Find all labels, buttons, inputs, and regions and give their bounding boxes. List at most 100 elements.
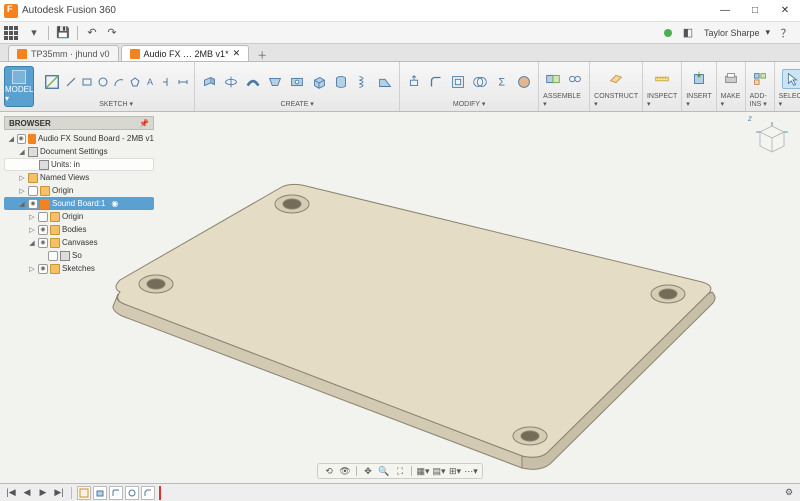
- spline-icon[interactable]: A: [144, 75, 158, 89]
- rib-icon[interactable]: [375, 72, 395, 92]
- polygon-icon[interactable]: [128, 75, 142, 89]
- ribbon-group-sketch: A SKETCH ▾: [38, 62, 195, 111]
- cylinder-icon[interactable]: [331, 72, 351, 92]
- coil-icon[interactable]: [353, 72, 373, 92]
- undo-button[interactable]: ↶: [84, 25, 100, 41]
- data-panel-icon[interactable]: [4, 26, 18, 40]
- view-cube[interactable]: [752, 118, 792, 158]
- extensions-icon[interactable]: ◧: [680, 25, 696, 41]
- orbit-button[interactable]: ⟲: [322, 464, 336, 478]
- fillet-icon[interactable]: [426, 72, 446, 92]
- timeline-feature-fillet[interactable]: [109, 486, 123, 500]
- timeline-next-button[interactable]: ▶|: [52, 486, 66, 500]
- doc-icon: [17, 49, 27, 59]
- document-tab-inactive[interactable]: TP35mm · jhund v0: [8, 45, 119, 61]
- timeline-feature-chamfer[interactable]: [141, 486, 155, 500]
- new-component-icon[interactable]: [543, 69, 563, 89]
- appearance-icon[interactable]: [514, 72, 534, 92]
- extrude-icon[interactable]: [199, 72, 219, 92]
- print-icon[interactable]: [721, 69, 741, 89]
- window-minimize-button[interactable]: —: [710, 0, 740, 22]
- shell-icon[interactable]: [448, 72, 468, 92]
- sweep-icon[interactable]: [243, 72, 263, 92]
- addins-icon[interactable]: [750, 69, 770, 89]
- measure-icon[interactable]: [652, 69, 672, 89]
- align-icon[interactable]: Σ: [492, 72, 512, 92]
- ribbon-group-label[interactable]: MAKE ▾: [721, 93, 741, 109]
- insert-icon[interactable]: [689, 69, 709, 89]
- dimension-icon[interactable]: [176, 75, 190, 89]
- rectangle-icon[interactable]: [80, 75, 94, 89]
- ribbon-group-label[interactable]: CREATE ▾: [280, 100, 313, 109]
- workspace-icon: [12, 70, 26, 84]
- activate-radio-icon[interactable]: ◉: [111, 199, 118, 208]
- look-at-button[interactable]: 👁: [338, 464, 352, 478]
- ribbon-group-label[interactable]: MODIFY ▾: [453, 100, 486, 109]
- tree-origin[interactable]: ▷ Origin: [4, 184, 154, 197]
- timeline-feature-hole[interactable]: [125, 486, 139, 500]
- pan-button[interactable]: ✥: [361, 464, 375, 478]
- tree-canvas-item[interactable]: So: [4, 249, 154, 262]
- browser-header[interactable]: BROWSER 📌: [4, 116, 154, 130]
- ribbon-group-label[interactable]: INSPECT ▾: [647, 93, 677, 109]
- document-tab-active[interactable]: Audio FX … 2MB v1* ✕: [121, 45, 250, 61]
- timeline-play-button[interactable]: ▶: [36, 486, 50, 500]
- window-close-button[interactable]: ✕: [770, 0, 800, 22]
- timeline-settings-button[interactable]: ⚙: [782, 486, 796, 500]
- box-icon[interactable]: [309, 72, 329, 92]
- tree-comp-origin[interactable]: ▷ Origin: [4, 210, 154, 223]
- timeline-start-button[interactable]: |◀: [4, 486, 18, 500]
- joint-icon[interactable]: [565, 69, 585, 89]
- grid-dropdown[interactable]: ▤▾: [432, 464, 446, 478]
- tree-sketches[interactable]: ▷◉ Sketches: [4, 262, 154, 275]
- tree-canvases[interactable]: ◢◉ Canvases: [4, 236, 154, 249]
- viewport-3d[interactable]: z BROWSER 📌 ◢◉ Audio FX Sound Board - 2M…: [0, 112, 800, 483]
- tree-bodies[interactable]: ▷◉ Bodies: [4, 223, 154, 236]
- ribbon-group-label[interactable]: SELECT ▾: [779, 93, 800, 109]
- redo-button[interactable]: ↷: [104, 25, 120, 41]
- tree-units[interactable]: Units: in: [4, 158, 154, 171]
- ribbon-group-label[interactable]: ADD-INS ▾: [750, 93, 770, 109]
- loft-icon[interactable]: [265, 72, 285, 92]
- line-icon[interactable]: [64, 75, 78, 89]
- window-maximize-button[interactable]: □: [740, 0, 770, 22]
- more-dropdown[interactable]: ⋯▾: [464, 464, 478, 478]
- ribbon-group-label[interactable]: SKETCH ▾: [99, 100, 133, 109]
- svg-text:A: A: [147, 77, 153, 87]
- tab-close-icon[interactable]: ✕: [233, 48, 241, 59]
- tree-component[interactable]: ◢◉ Sound Board:1 ◉: [4, 197, 154, 210]
- display-style-dropdown[interactable]: ▦▾: [416, 464, 430, 478]
- workspace-switcher[interactable]: MODEL ▾: [4, 66, 34, 107]
- tree-doc-settings[interactable]: ◢ Document Settings: [4, 145, 154, 158]
- svg-text:Σ: Σ: [499, 77, 506, 89]
- zoom-button[interactable]: 🔍: [377, 464, 391, 478]
- user-menu-dropdown[interactable]: ▾: [765, 27, 770, 38]
- plane-icon[interactable]: [606, 69, 626, 89]
- fit-button[interactable]: ⛶: [393, 464, 407, 478]
- create-sketch-icon[interactable]: [42, 72, 62, 92]
- ribbon-group-label[interactable]: CONSTRUCT ▾: [594, 93, 638, 109]
- press-pull-icon[interactable]: [404, 72, 424, 92]
- user-name[interactable]: Taylor Sharpe: [704, 28, 760, 38]
- ribbon-group-label[interactable]: ASSEMBLE ▾: [543, 93, 585, 109]
- help-button[interactable]: ？: [778, 25, 794, 41]
- multi-view-dropdown[interactable]: ⊞▾: [448, 464, 462, 478]
- tree-named-views[interactable]: ▷ Named Views: [4, 171, 154, 184]
- hole-icon[interactable]: [287, 72, 307, 92]
- timeline-feature-sketch[interactable]: [77, 486, 91, 500]
- timeline-prev-button[interactable]: ◀: [20, 486, 34, 500]
- revolve-icon[interactable]: [221, 72, 241, 92]
- combine-icon[interactable]: [470, 72, 490, 92]
- trim-icon[interactable]: [160, 75, 174, 89]
- save-button[interactable]: 💾: [55, 25, 71, 41]
- tree-root[interactable]: ◢◉ Audio FX Sound Board - 2MB v1: [4, 132, 154, 145]
- new-tab-button[interactable]: ＋: [255, 47, 269, 61]
- browser-pin-icon[interactable]: 📌: [139, 119, 149, 128]
- circle-icon[interactable]: [96, 75, 110, 89]
- timeline-marker[interactable]: [159, 486, 161, 500]
- timeline-feature-extrude[interactable]: [93, 486, 107, 500]
- arc-icon[interactable]: [112, 75, 126, 89]
- ribbon-group-label[interactable]: INSERT ▾: [686, 93, 711, 109]
- select-icon[interactable]: [782, 69, 800, 89]
- file-menu-button[interactable]: ▾: [26, 25, 42, 41]
